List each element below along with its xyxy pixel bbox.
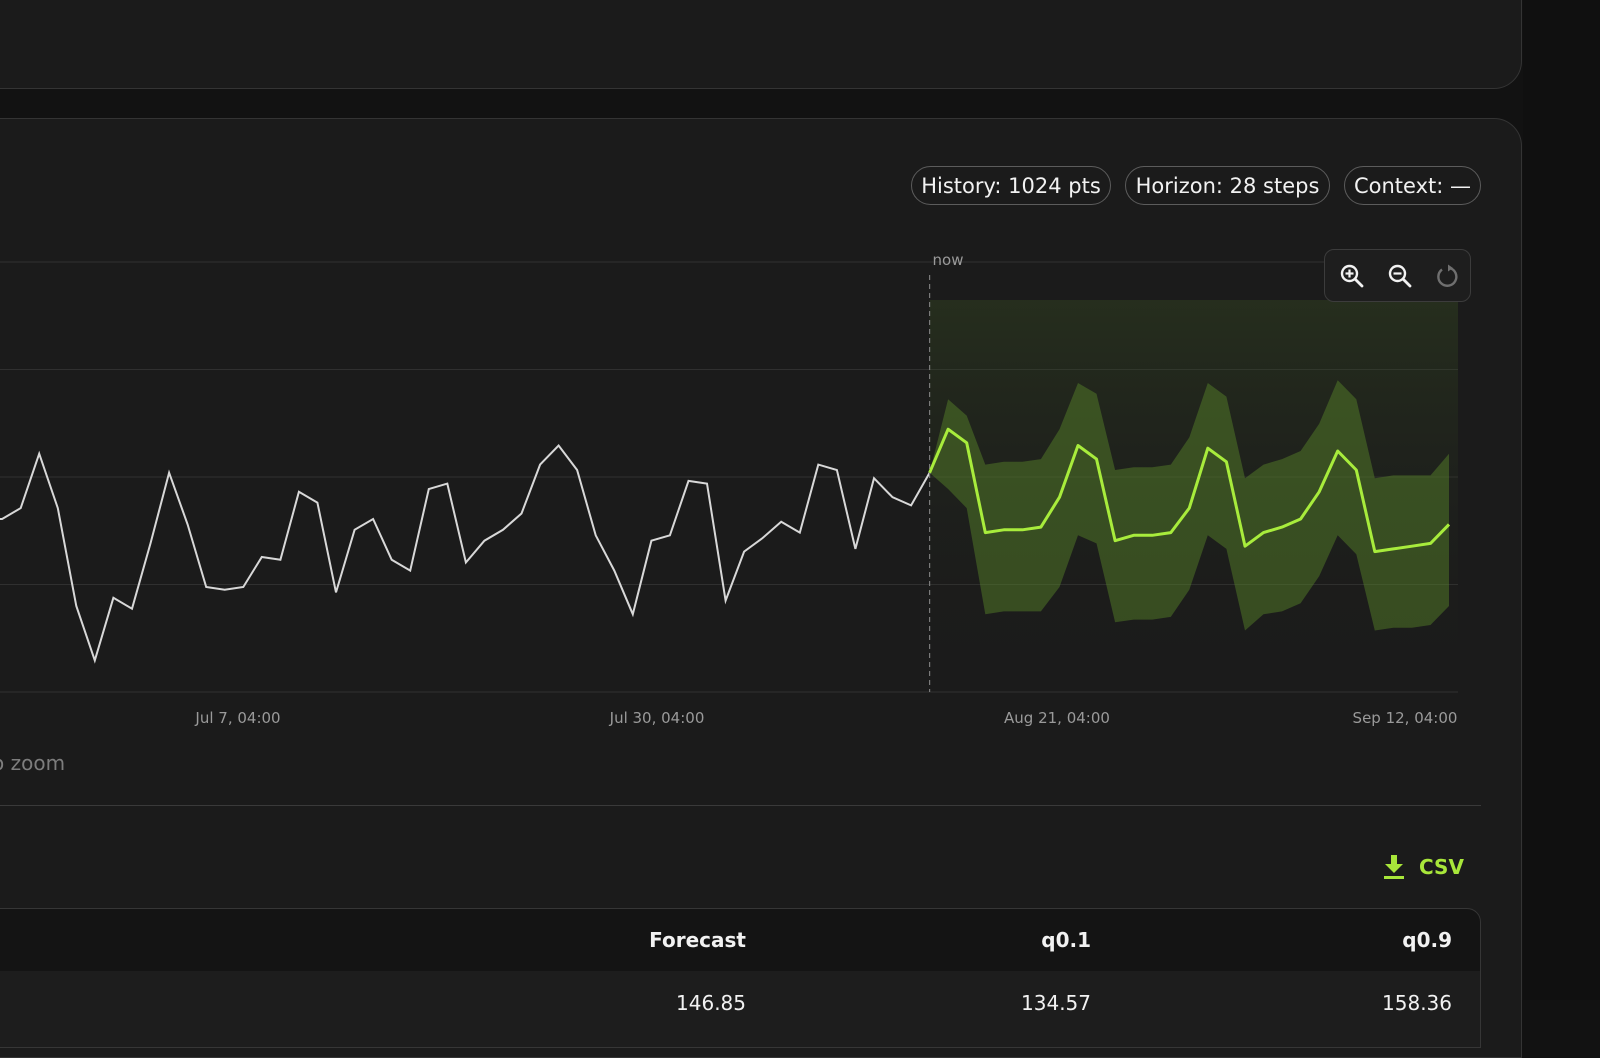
column-header-q01[interactable]: q0.1 <box>1041 928 1091 952</box>
now-label: now <box>932 251 964 269</box>
download-csv-label: CSV <box>1419 855 1464 879</box>
column-header-forecast[interactable]: Forecast <box>649 928 746 952</box>
column-header-q09[interactable]: q0.9 <box>1402 928 1452 952</box>
x-tick-label: Jul 30, 04:00 <box>609 709 705 727</box>
table-row[interactable]: 146.85 134.57 158.36 <box>0 971 1480 1047</box>
x-tick-label: Aug 21, 04:00 <box>1004 709 1110 727</box>
zoom-in-icon <box>1340 264 1364 288</box>
q09-cell: 158.36 <box>1382 991 1452 1015</box>
table-header-row: Forecast q0.1 q0.9 <box>0 909 1480 971</box>
forecast-chart[interactable] <box>0 0 1600 1000</box>
download-icon <box>1384 855 1404 879</box>
zoom-out-icon <box>1388 264 1412 288</box>
reset-zoom-button[interactable] <box>1432 261 1462 291</box>
q01-cell: 134.57 <box>1021 991 1091 1015</box>
section-divider <box>0 805 1481 806</box>
reset-icon <box>1437 264 1458 287</box>
history-series-line <box>0 443 931 664</box>
forecast-table: Forecast q0.1 q0.9 146.85 134.57 158.36 <box>0 908 1481 1048</box>
x-tick-label: Jul 7, 04:00 <box>195 709 281 727</box>
forecast-cell: 146.85 <box>676 991 746 1015</box>
zoom-controls <box>1324 249 1471 302</box>
zoom-out-button[interactable] <box>1385 261 1415 291</box>
zoom-hint-text: o zoom <box>0 751 66 775</box>
download-csv-button[interactable]: CSV <box>1383 852 1464 882</box>
zoom-in-button[interactable] <box>1337 261 1367 291</box>
x-tick-label: Sep 12, 04:00 <box>1352 709 1458 727</box>
